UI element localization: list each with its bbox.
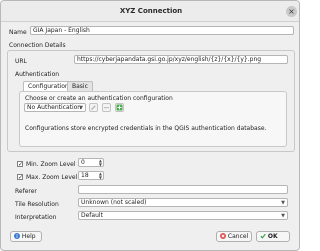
help-icon xyxy=(14,233,20,239)
window-title: XYZ Connection xyxy=(119,7,183,15)
auth-config-value: No Authentication xyxy=(27,104,82,111)
xyz-connection-dialog: XYZ Connection × Name GIA Japan - Englis… xyxy=(0,0,300,251)
spin-arrows-icon: ▲ ▼ xyxy=(98,171,102,180)
url-input[interactable]: https://cyberjapandata.gsi.go.jp/xyz/eng… xyxy=(74,55,288,64)
close-button[interactable]: × xyxy=(286,6,297,17)
max-zoom-label: Max. Zoom Level xyxy=(26,174,78,181)
name-label: Name xyxy=(9,29,27,36)
spin-arrows-icon: ▲ ▼ xyxy=(98,158,102,167)
interpretation-label: Interpretation xyxy=(15,214,57,221)
tile-resolution-value: Unknown (not scaled) xyxy=(81,199,147,206)
connection-details-label: Connection Details xyxy=(9,42,66,49)
authentication-label: Authentication xyxy=(15,71,60,78)
auth-prompt: Choose or create an authentication confi… xyxy=(25,95,173,102)
edit-auth-button[interactable] xyxy=(89,103,98,112)
help-button[interactable]: Help xyxy=(10,231,42,242)
min-zoom-label: Min. Zoom Level xyxy=(26,161,76,168)
interpretation-select[interactable]: Default ▼ xyxy=(78,211,288,220)
max-zoom-spinbox[interactable]: 18 ▲ ▼ xyxy=(78,171,104,180)
max-zoom-value: 18 xyxy=(81,172,89,179)
ok-icon xyxy=(260,233,266,239)
help-button-label: Help xyxy=(21,233,36,240)
title-bar: XYZ Connection × xyxy=(1,1,299,22)
auth-config-select[interactable]: No Authentication ▼ xyxy=(24,103,86,112)
auth-note: Configurations store encrypted credentia… xyxy=(25,125,267,132)
add-icon xyxy=(116,104,123,111)
chevron-down-icon: ▼ xyxy=(79,105,83,111)
chevron-down-icon: ▼ xyxy=(281,213,285,219)
chevron-down-icon: ▼ xyxy=(281,200,285,206)
pencil-icon xyxy=(91,105,96,110)
min-zoom-value: 0 xyxy=(81,159,85,166)
cancel-icon xyxy=(220,233,226,239)
url-label: URL xyxy=(15,58,27,65)
tile-resolution-select[interactable]: Unknown (not scaled) ▼ xyxy=(78,198,288,207)
referer-label: Referer xyxy=(15,188,37,195)
max-zoom-checkbox[interactable]: ✓ xyxy=(17,174,23,181)
min-zoom-spinbox[interactable]: 0 ▲ ▼ xyxy=(78,158,104,167)
add-auth-button[interactable] xyxy=(115,103,124,112)
cancel-button[interactable]: Cancel xyxy=(216,231,252,242)
ok-button[interactable]: OK xyxy=(256,231,290,242)
ok-button-label: OK xyxy=(267,233,278,240)
clear-icon xyxy=(104,107,109,109)
clear-auth-button[interactable] xyxy=(102,103,111,112)
referer-input[interactable] xyxy=(78,185,288,194)
interpretation-value: Default xyxy=(81,212,103,219)
tab-basic[interactable]: Basic xyxy=(67,81,93,91)
cancel-button-label: Cancel xyxy=(227,233,249,240)
name-input[interactable]: GIA Japan - English xyxy=(30,26,294,35)
min-zoom-checkbox[interactable]: ✓ xyxy=(17,161,23,168)
tile-resolution-label: Tile Resolution xyxy=(15,201,59,208)
